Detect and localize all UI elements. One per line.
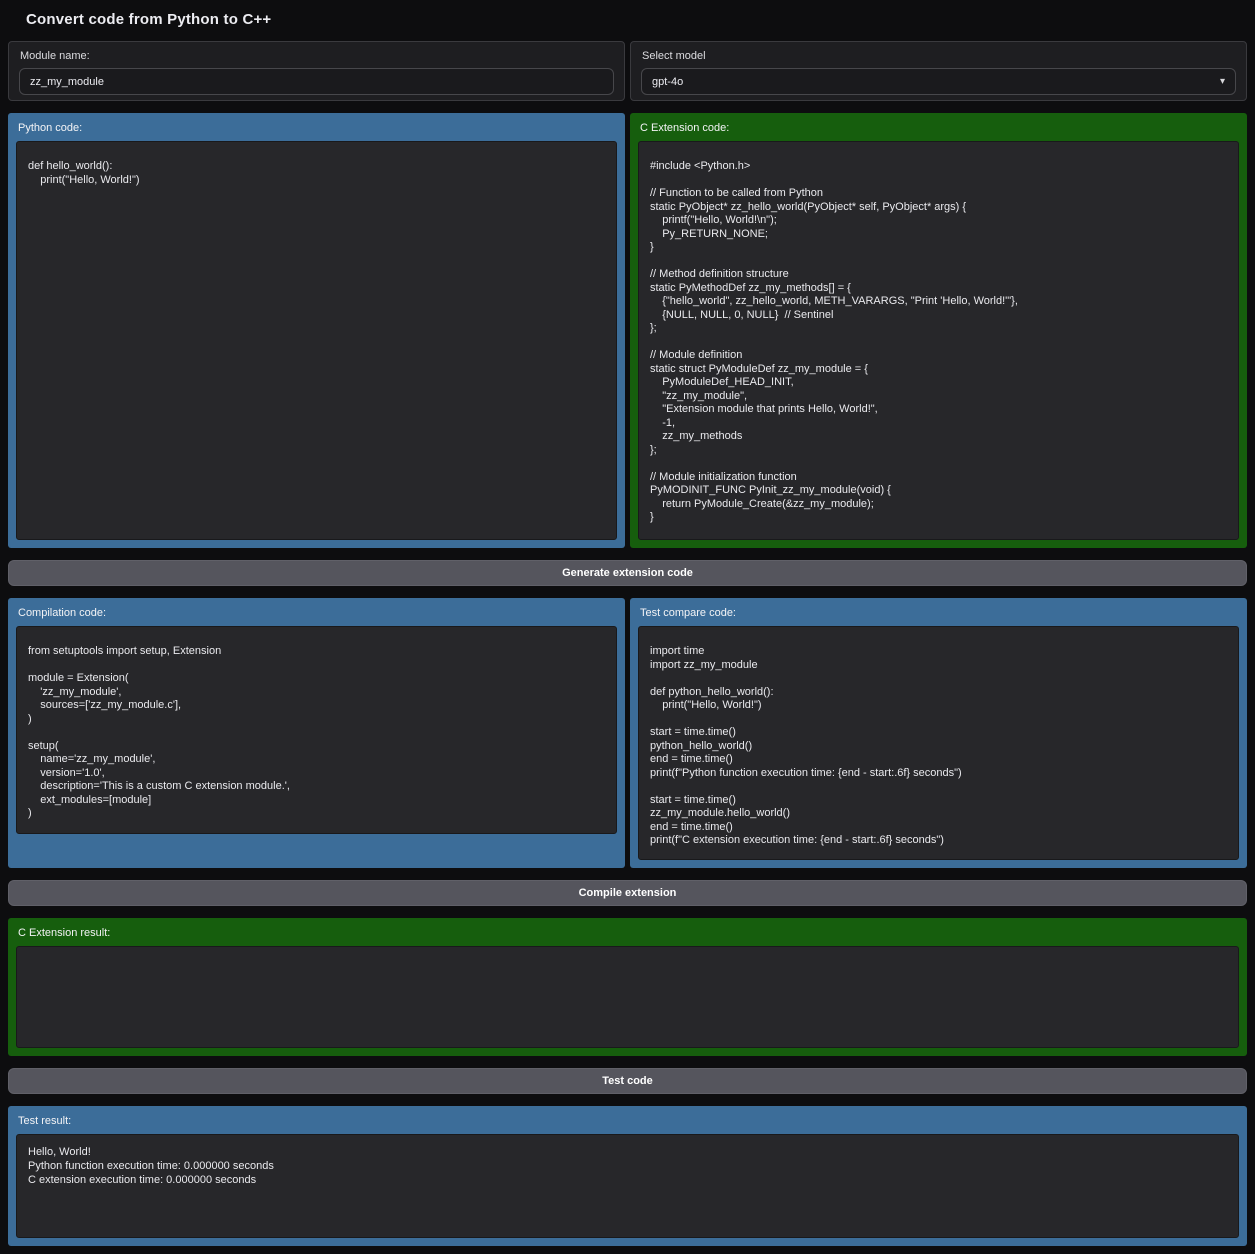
c-extension-result-textarea[interactable] (16, 946, 1239, 1048)
compilation-code-textarea[interactable]: from setuptools import setup, Extension … (16, 626, 617, 834)
test-result-label: Test result: (18, 1115, 1239, 1127)
model-select-dropdown[interactable]: gpt-4o ▾ (641, 68, 1236, 95)
c-extension-result-panel: C Extension result: (8, 918, 1247, 1056)
c-extension-code-label: C Extension code: (640, 122, 1239, 134)
module-name-group: Module name: (8, 41, 625, 101)
test-compare-code-textarea[interactable]: import time import zz_my_module def pyth… (638, 626, 1239, 860)
compilation-code-label: Compilation code: (18, 607, 617, 619)
compile-extension-button[interactable]: Compile extension (8, 880, 1247, 906)
test-code-button[interactable]: Test code (8, 1068, 1247, 1094)
generate-extension-code-button[interactable]: Generate extension code (8, 560, 1247, 586)
python-code-label: Python code: (18, 122, 617, 134)
test-compare-code-panel: Test compare code: import time import zz… (630, 598, 1247, 868)
test-result-panel: Test result: Hello, World! Python functi… (8, 1106, 1247, 1246)
model-select-value: gpt-4o (652, 76, 683, 88)
c-extension-result-label: C Extension result: (18, 927, 1239, 939)
controls-row: Module name: Select model gpt-4o ▾ (8, 41, 1247, 101)
app-container: Convert code from Python to C++ Module n… (0, 0, 1255, 1254)
python-code-panel: Python code: def hello_world(): print("H… (8, 113, 625, 548)
compilation-code-panel: Compilation code: from setuptools import… (8, 598, 625, 868)
chevron-down-icon: ▾ (1220, 77, 1225, 87)
module-name-input[interactable] (19, 68, 614, 95)
model-select-label: Select model (642, 50, 1236, 62)
test-result-textarea[interactable]: Hello, World! Python function execution … (16, 1134, 1239, 1238)
test-compare-code-label: Test compare code: (640, 607, 1239, 619)
c-extension-code-panel: C Extension code: #include <Python.h> //… (630, 113, 1247, 548)
python-code-textarea[interactable]: def hello_world(): print("Hello, World!"… (16, 141, 617, 540)
c-extension-code-textarea[interactable]: #include <Python.h> // Function to be ca… (638, 141, 1239, 540)
model-select-group: Select model gpt-4o ▾ (630, 41, 1247, 101)
module-name-label: Module name: (20, 50, 614, 62)
code-row: Python code: def hello_world(): print("H… (8, 113, 1247, 548)
compile-row: Compilation code: from setuptools import… (8, 598, 1247, 868)
page-title: Convert code from Python to C++ (26, 11, 1247, 28)
